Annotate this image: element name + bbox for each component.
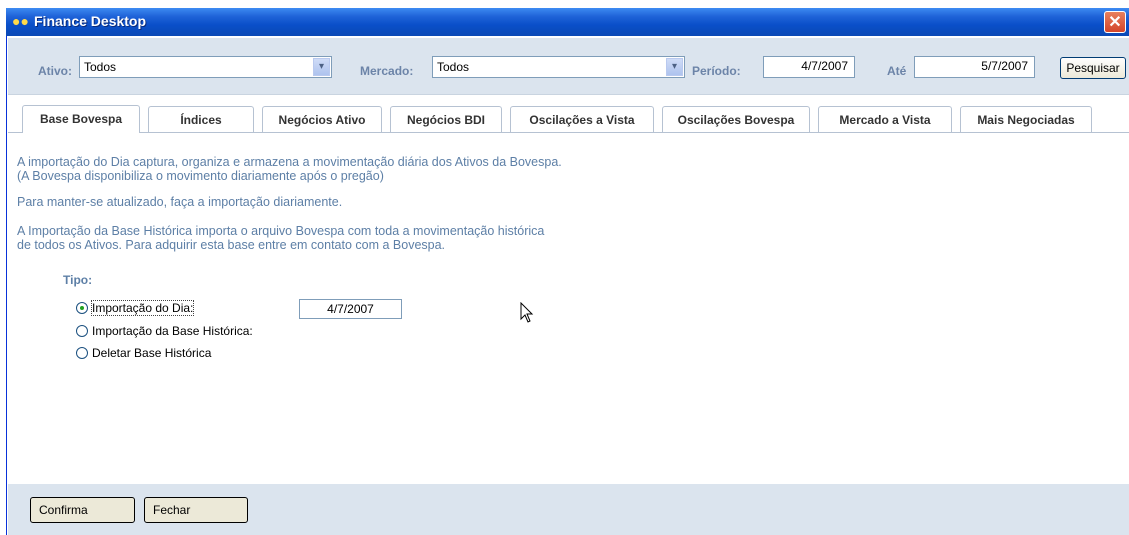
confirm-button[interactable]: Confirma	[30, 497, 135, 523]
tab-mercado-vista[interactable]: Mercado a Vista	[818, 106, 952, 132]
periodo-from-input[interactable]: 4/7/2007	[763, 56, 855, 78]
radio-importacao-dia[interactable]	[76, 302, 88, 314]
mercado-value: Todos	[437, 60, 470, 74]
window-title: Finance Desktop	[34, 13, 147, 29]
radio-importacao-base-historica[interactable]	[76, 325, 88, 337]
tab-negocios-bdi[interactable]: Negócios BDI	[390, 106, 502, 132]
title-bar[interactable]	[6, 8, 1129, 36]
mercado-label: Mercado:	[360, 64, 414, 78]
info-paragraph-1-line-1: A importação do Dia captura, organiza e …	[17, 155, 562, 169]
ativo-select[interactable]: Todos ▾	[79, 56, 332, 78]
tab-negocios-ativo[interactable]: Negócios Ativo	[262, 106, 382, 132]
mouse-cursor-icon	[520, 302, 534, 323]
mercado-select[interactable]: Todos ▾	[432, 56, 685, 78]
radio-label-importacao-base-historica[interactable]: Importação da Base Histórica:	[92, 324, 253, 338]
info-paragraph-3-line-2: de todos os Ativos. Para adquirir esta b…	[17, 238, 446, 252]
radio-deletar-base-historica[interactable]	[76, 347, 88, 359]
tipo-label: Tipo:	[63, 273, 93, 287]
close-button[interactable]: ✕	[1104, 11, 1126, 33]
info-paragraph-2: Para manter-se atualizado, faça a import…	[17, 195, 343, 209]
radio-label-importacao-dia[interactable]: Importação do Dia:	[90, 300, 195, 316]
chevron-down-icon[interactable]: ▾	[666, 58, 683, 76]
info-paragraph-3-line-1: A Importação da Base Histórica importa o…	[17, 224, 545, 238]
radio-label-deletar-base-historica[interactable]: Deletar Base Histórica	[92, 346, 211, 360]
periodo-to-input[interactable]: 5/7/2007	[914, 56, 1035, 78]
ate-label: Até	[887, 64, 907, 78]
ativo-value: Todos	[84, 60, 117, 74]
tab-oscilacoes-bovespa[interactable]: Oscilações Bovespa	[662, 106, 810, 132]
tab-base-bovespa[interactable]: Base Bovespa	[22, 105, 140, 133]
periodo-label: Período:	[692, 64, 741, 78]
ativo-label: Ativo:	[38, 64, 72, 78]
users-icon: ●●	[12, 13, 29, 29]
import-date-input[interactable]: 4/7/2007	[299, 299, 402, 319]
chevron-down-icon[interactable]: ▾	[313, 58, 330, 76]
tab-mais-negociadas[interactable]: Mais Negociadas	[960, 106, 1092, 132]
close-dialog-button[interactable]: Fechar	[144, 497, 248, 523]
tab-oscilacoes-vista[interactable]: Oscilações a Vista	[510, 106, 654, 132]
search-button[interactable]: Pesquisar	[1060, 57, 1126, 79]
info-paragraph-1-line-2: (A Bovespa disponibiliza o movimento dia…	[17, 169, 384, 183]
tab-indices[interactable]: Índices	[148, 106, 254, 132]
